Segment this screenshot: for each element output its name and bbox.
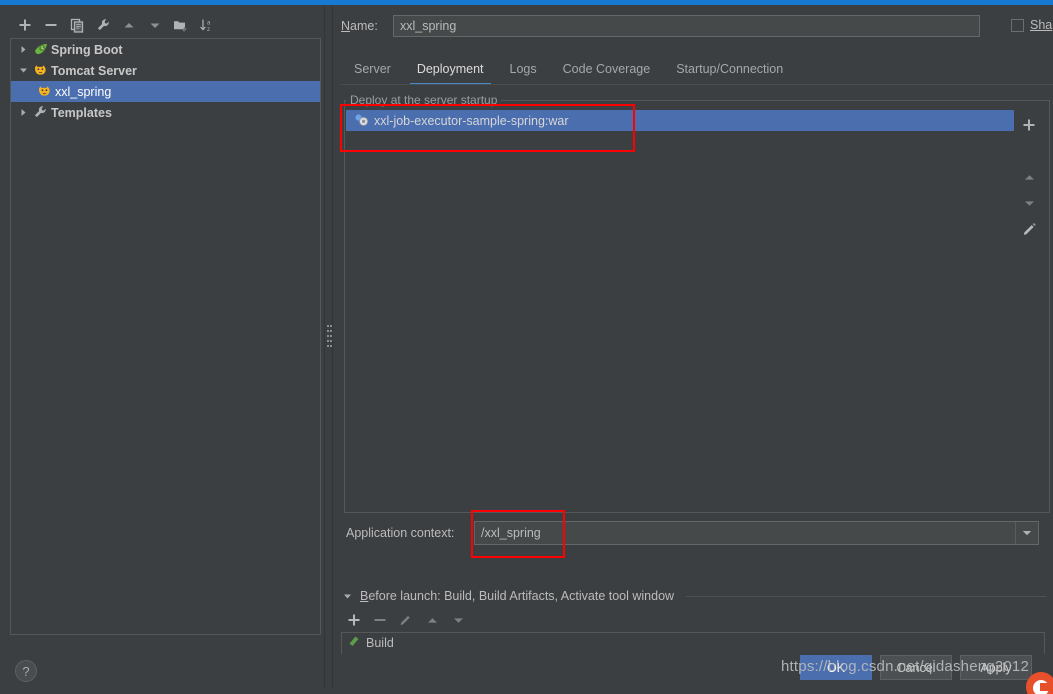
copy-configuration-button[interactable] <box>64 13 90 37</box>
chevron-down-icon[interactable] <box>1015 522 1038 544</box>
tree-item-spring-boot[interactable]: Spring Boot <box>11 39 320 60</box>
wrench-icon <box>31 105 49 121</box>
before-launch-title: Before launch: Build, Build Artifacts, A… <box>360 589 675 603</box>
panel-splitter[interactable] <box>324 5 333 688</box>
add-artifact-button[interactable] <box>1016 112 1042 138</box>
tree-item-label: Spring Boot <box>51 42 123 57</box>
cancel-button[interactable]: Cancel <box>880 655 952 680</box>
deployment-artifact-label: xxl-job-executor-sample-spring:war <box>374 113 569 128</box>
dialog-button-bar: OK Cancel Apply <box>800 655 1032 680</box>
add-task-button[interactable] <box>341 609 367 631</box>
share-checkbox-row[interactable]: Sha <box>1011 18 1052 32</box>
task-move-up-button[interactable] <box>419 609 445 631</box>
share-checkbox[interactable] <box>1011 18 1024 32</box>
svg-text:z: z <box>207 27 210 33</box>
before-launch-divider <box>686 595 1046 597</box>
tabs-divider <box>341 84 1053 85</box>
move-artifact-down-button[interactable] <box>1016 190 1042 216</box>
before-launch-task-label: Build <box>366 636 394 650</box>
remove-artifact-button[interactable] <box>1016 138 1042 164</box>
spring-boot-icon <box>31 42 49 58</box>
tab-code-coverage[interactable]: Code Coverage <box>550 53 664 85</box>
tab-server[interactable]: Server <box>341 53 404 85</box>
artifact-list-toolbar <box>1014 112 1044 262</box>
run-debug-configurations-dialog: a z Spring Boot Tomcat Server xxl_spring… <box>0 0 1053 694</box>
task-move-down-button[interactable] <box>445 609 471 631</box>
splitter-handle[interactable] <box>327 325 332 353</box>
before-launch-task-list[interactable]: Build <box>341 632 1045 654</box>
name-row: Name: <box>341 13 1053 39</box>
tomcat-icon <box>35 84 53 100</box>
tree-item-label: Tomcat Server <box>51 63 137 78</box>
folder-add-icon[interactable] <box>168 13 194 37</box>
configurations-left-panel: a z Spring Boot Tomcat Server xxl_spring… <box>0 5 328 688</box>
apply-button[interactable]: Apply <box>960 655 1032 680</box>
deploy-at-startup-label: Deploy at the server startup <box>346 94 502 106</box>
before-launch-toolbar <box>341 608 541 632</box>
sort-az-icon[interactable]: a z <box>194 13 220 37</box>
arrow-up-icon[interactable] <box>116 13 142 37</box>
tomcat-icon <box>31 63 49 79</box>
before-launch-header[interactable]: Before launch: Build, Build Artifacts, A… <box>340 586 1046 606</box>
tree-item-templates[interactable]: Templates <box>11 102 320 123</box>
wrench-icon[interactable] <box>90 13 116 37</box>
arrow-down-icon[interactable] <box>142 13 168 37</box>
share-label: Sha <box>1030 18 1053 32</box>
name-input[interactable] <box>393 15 980 37</box>
help-button[interactable]: ? <box>15 660 37 682</box>
ok-button[interactable]: OK <box>800 655 872 680</box>
tree-item-label: Templates <box>51 105 112 120</box>
build-hammer-icon <box>348 635 361 651</box>
application-context-input[interactable] <box>475 522 1015 544</box>
application-context-row: Application context: <box>346 520 1044 546</box>
remove-task-button[interactable] <box>367 609 393 631</box>
configurations-tree[interactable]: Spring Boot Tomcat Server xxl_spring Tem… <box>10 38 321 635</box>
configurations-toolbar: a z <box>0 11 328 39</box>
artifact-icon <box>352 113 370 129</box>
edit-task-button[interactable] <box>393 609 419 631</box>
tree-item-label: xxl_spring <box>55 84 112 99</box>
edit-artifact-button[interactable] <box>1016 216 1042 242</box>
remove-configuration-button[interactable] <box>38 13 64 37</box>
name-label: Name: <box>341 19 378 33</box>
chevron-down-icon[interactable] <box>15 63 31 79</box>
tab-logs[interactable]: Logs <box>497 53 550 85</box>
before-launch-task-item[interactable]: Build <box>342 633 1044 653</box>
application-context-combobox[interactable] <box>474 521 1039 545</box>
chevron-right-icon[interactable] <box>15 42 31 58</box>
chevron-down-icon[interactable] <box>340 592 354 601</box>
tree-item-tomcat-server[interactable]: Tomcat Server <box>11 60 320 81</box>
tree-item-xxl-spring[interactable]: xxl_spring <box>11 81 320 102</box>
add-configuration-button[interactable] <box>12 13 38 37</box>
deployment-artifacts-list[interactable]: xxl-job-executor-sample-spring:war <box>346 110 1014 505</box>
tab-startup-connection[interactable]: Startup/Connection <box>663 53 796 85</box>
configuration-tabs[interactable]: Server Deployment Logs Code Coverage Sta… <box>341 53 1053 85</box>
svg-text:a: a <box>207 20 211 26</box>
application-context-label: Application context: <box>346 526 455 540</box>
move-artifact-up-button[interactable] <box>1016 164 1042 190</box>
chevron-right-icon[interactable] <box>15 105 31 121</box>
deployment-list-item[interactable]: xxl-job-executor-sample-spring:war <box>346 110 1014 131</box>
tab-deployment[interactable]: Deployment <box>404 53 497 85</box>
